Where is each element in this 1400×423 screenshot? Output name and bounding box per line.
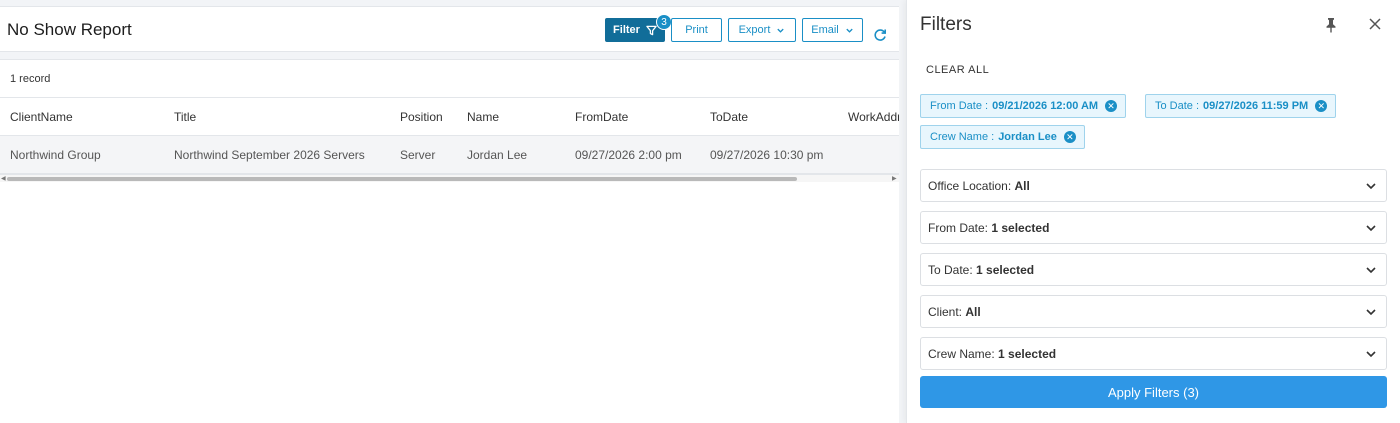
filters-panel-title: Filters — [920, 14, 972, 35]
column-header-workaddress[interactable]: WorkAddr — [848, 110, 899, 124]
chevron-down-icon — [846, 28, 853, 33]
empty-report-area — [0, 183, 899, 423]
chevron-down-icon — [1366, 225, 1376, 232]
scroll-left-icon[interactable]: ◀ — [1, 175, 6, 182]
cell-fromdate: 09/27/2026 2:00 pm — [575, 148, 682, 162]
chevron-down-icon — [1366, 183, 1376, 190]
remove-chip-icon[interactable]: ✕ — [1315, 100, 1328, 112]
remove-chip-icon[interactable]: ✕ — [1105, 100, 1118, 112]
dropdown-label-text: To Date: — [928, 263, 973, 277]
dropdown-value: All — [1014, 179, 1030, 193]
chip-value: 09/21/2026 12:00 AM — [992, 100, 1099, 112]
filter-chip-to-date: To Date : 09/27/2026 11:59 PM ✕ — [1145, 94, 1337, 118]
chip-label: To Date : — [1155, 100, 1200, 112]
chip-label: From Date : — [930, 100, 989, 112]
close-icon[interactable] — [1368, 17, 1382, 31]
filter-button-label: Filter — [613, 24, 640, 36]
grid-header-row: ClientName Title Position Name FromDate … — [0, 98, 899, 136]
dropdown-label: To Date: 1 selected — [928, 263, 1034, 277]
record-count: 1 record — [10, 73, 51, 85]
dropdown-value: 1 selected — [998, 347, 1057, 361]
pin-icon[interactable] — [1324, 17, 1338, 33]
chip-value: 09/27/2026 11:59 PM — [1203, 100, 1309, 112]
column-header-fromdate[interactable]: FromDate — [575, 110, 628, 124]
chevron-down-icon — [1366, 267, 1376, 274]
chevron-down-icon — [1366, 309, 1376, 316]
cell-position: Server — [400, 148, 436, 162]
apply-filters-button[interactable]: Apply Filters (3) — [920, 376, 1387, 408]
column-header-clientname[interactable]: ClientName — [10, 110, 73, 124]
cell-title: Northwind September 2026 Servers — [174, 148, 365, 162]
horizontal-scrollbar[interactable]: ◀ ▶ — [0, 174, 899, 182]
column-header-name[interactable]: Name — [467, 110, 499, 124]
dropdown-label-text: From Date: — [928, 221, 989, 235]
column-header-todate[interactable]: ToDate — [710, 110, 748, 124]
filter-chip-from-date: From Date : 09/21/2026 12:00 AM ✕ — [920, 94, 1127, 118]
column-header-title[interactable]: Title — [174, 110, 196, 124]
page-title: No Show Report — [7, 20, 132, 39]
print-button-label: Print — [685, 24, 708, 36]
crew-name-dropdown[interactable]: Crew Name: 1 selected — [920, 337, 1387, 370]
office-location-dropdown[interactable]: Office Location: All — [920, 169, 1387, 202]
cell-todate: 09/27/2026 10:30 pm — [710, 148, 824, 162]
from-date-dropdown[interactable]: From Date: 1 selected — [920, 211, 1387, 244]
cell-clientname: Northwind Group — [10, 148, 101, 162]
report-area: No Show Report Filter 3 Print Export Ema… — [0, 0, 900, 423]
cell-name: Jordan Lee — [467, 148, 528, 162]
export-button[interactable]: Export — [728, 18, 796, 42]
chip-label: Crew Name : — [930, 131, 995, 143]
dropdown-value: 1 selected — [991, 221, 1050, 235]
print-button[interactable]: Print — [671, 18, 722, 42]
dropdown-label-text: Crew Name: — [928, 347, 995, 361]
filter-count-badge: 3 — [656, 14, 672, 30]
report-header: No Show Report Filter 3 Print Export Ema… — [0, 6, 899, 52]
funnel-icon — [646, 25, 657, 35]
dropdown-value: 1 selected — [976, 263, 1035, 277]
export-button-label: Export — [738, 24, 771, 36]
dropdown-label: Crew Name: 1 selected — [928, 347, 1056, 361]
dropdown-label: Client: All — [928, 305, 981, 319]
dropdown-label-text: Client: — [928, 305, 963, 319]
client-dropdown[interactable]: Client: All — [920, 295, 1387, 328]
dropdown-label: From Date: 1 selected — [928, 221, 1049, 235]
chip-value: Jordan Lee — [998, 131, 1057, 143]
refresh-icon[interactable] — [872, 27, 888, 43]
email-button[interactable]: Email — [802, 18, 863, 42]
remove-chip-icon[interactable]: ✕ — [1063, 131, 1076, 143]
report-grid: ClientName Title Position Name FromDate … — [0, 97, 899, 183]
to-date-dropdown[interactable]: To Date: 1 selected — [920, 253, 1387, 286]
chevron-down-icon — [1366, 351, 1376, 358]
record-count-bar: 1 record — [0, 59, 899, 97]
scrollbar-thumb[interactable] — [7, 177, 797, 181]
email-button-label: Email — [811, 24, 839, 36]
table-row[interactable]: Northwind Group Northwind September 2026… — [0, 136, 899, 174]
chevron-down-icon — [777, 28, 785, 33]
filter-chip-crew-name: Crew Name : Jordan Lee ✕ — [920, 125, 1085, 149]
dropdown-label-text: Office Location: — [928, 179, 1012, 193]
dropdown-value: All — [965, 305, 981, 319]
dropdown-label: Office Location: All — [928, 179, 1030, 193]
scroll-right-icon[interactable]: ▶ — [892, 175, 897, 182]
clear-all-button[interactable]: CLEAR ALL — [926, 64, 989, 76]
column-header-position[interactable]: Position — [400, 110, 443, 124]
filters-panel: Filters CLEAR ALL From Date : 09/21/2026… — [906, 0, 1400, 423]
